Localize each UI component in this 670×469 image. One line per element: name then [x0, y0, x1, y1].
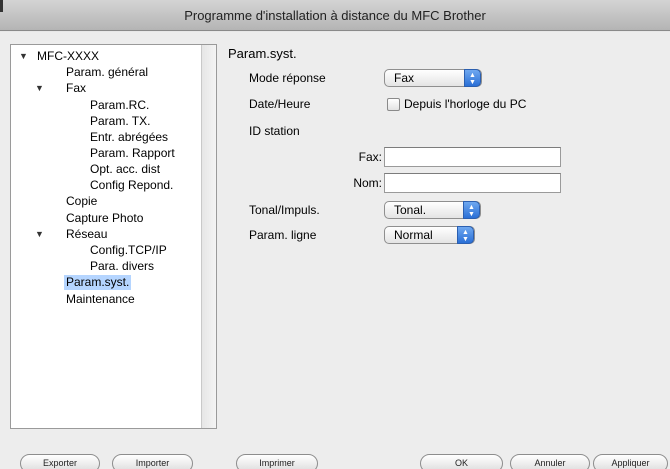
tonal-label: Tonal/Impuls.: [249, 203, 320, 217]
tree-item-config-tcpip[interactable]: Config.TCP/IP: [90, 243, 167, 258]
appliquer-button[interactable]: Appliquer: [593, 454, 668, 469]
mode-reponse-value: Fax: [394, 71, 415, 85]
nom-label: Nom:: [353, 176, 382, 190]
tree-item-param-general[interactable]: Param. général: [66, 65, 148, 80]
tree-item-reseau[interactable]: Réseau: [66, 227, 107, 242]
tree-item-param-tx[interactable]: Param. TX.: [90, 114, 150, 129]
tonal-value: Tonal.: [394, 203, 427, 217]
tree-item-capture-photo[interactable]: Capture Photo: [66, 211, 143, 226]
tree-item-param-rapport[interactable]: Param. Rapport: [90, 146, 175, 161]
mode-reponse-label: Mode réponse: [249, 71, 326, 85]
disclosure-triangle-icon[interactable]: ▼: [35, 81, 44, 96]
exporter-button[interactable]: Exporter: [20, 454, 100, 469]
date-heure-label: Date/Heure: [249, 97, 311, 111]
popup-arrows-icon: ▲ ▼: [464, 69, 481, 87]
param-ligne-label: Param. ligne: [249, 228, 317, 242]
tree-item-param-syst[interactable]: Param.syst.: [64, 275, 132, 290]
window-corner: [0, 0, 3, 12]
popup-arrows-icon: ▲ ▼: [457, 226, 474, 244]
settings-tree[interactable]: ▼ MFC-XXXX Param. général ▼ Fax Param.RC…: [10, 44, 217, 429]
id-station-label: ID station: [249, 124, 300, 138]
mode-reponse-select[interactable]: Fax ▲ ▼: [384, 69, 482, 87]
imprimer-button[interactable]: Imprimer: [236, 454, 318, 469]
tree-item-entr-abregees[interactable]: Entr. abrégées: [90, 130, 168, 145]
tree-item-maintenance[interactable]: Maintenance: [66, 292, 135, 307]
title-bar: Programme d'installation à distance du M…: [0, 0, 670, 31]
importer-button[interactable]: Importer: [112, 454, 193, 469]
tree-item-config-repond[interactable]: Config Repond.: [90, 178, 173, 193]
tree-item-fax[interactable]: Fax: [66, 81, 86, 96]
disclosure-triangle-icon[interactable]: ▼: [19, 49, 28, 64]
disclosure-triangle-icon[interactable]: ▼: [35, 227, 44, 242]
annuler-button[interactable]: Annuler: [510, 454, 590, 469]
fax-input[interactable]: [384, 147, 561, 167]
tree-item-mfc[interactable]: MFC-XXXX: [37, 49, 99, 64]
param-ligne-select[interactable]: Normal ▲ ▼: [384, 226, 475, 244]
tree-item-param-rc[interactable]: Param.RC.: [90, 98, 149, 113]
tonal-select[interactable]: Tonal. ▲ ▼: [384, 201, 481, 219]
depuis-horloge-label: Depuis l'horloge du PC: [404, 97, 527, 111]
param-ligne-value: Normal: [394, 228, 433, 242]
fax-label: Fax:: [358, 150, 382, 164]
section-title: Param.syst.: [228, 46, 297, 61]
tree-item-copie[interactable]: Copie: [66, 194, 97, 209]
popup-arrows-icon: ▲ ▼: [463, 201, 480, 219]
ok-button[interactable]: OK: [420, 454, 503, 469]
tree-scrollbar[interactable]: [201, 45, 216, 428]
nom-input[interactable]: [384, 173, 561, 193]
depuis-horloge-checkbox[interactable]: [387, 98, 400, 111]
tree-item-opt-acc-dist[interactable]: Opt. acc. dist: [90, 162, 160, 177]
tree-item-para-divers[interactable]: Para. divers: [90, 259, 154, 274]
window-title: Programme d'installation à distance du M…: [184, 8, 486, 23]
